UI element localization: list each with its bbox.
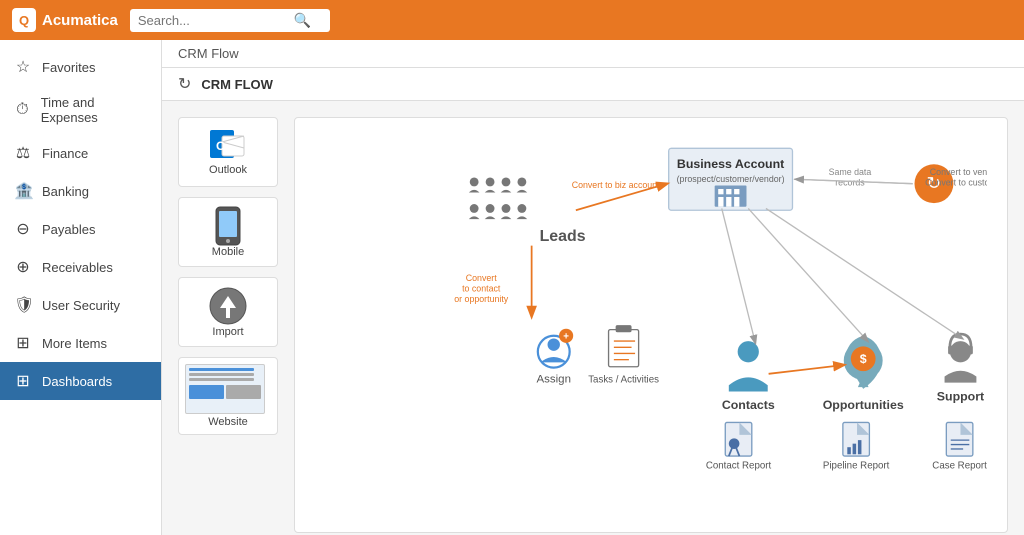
sidebar-item-user-security[interactable]: 🛡 User Security [0, 286, 161, 324]
breadcrumb: CRM Flow [162, 40, 1024, 68]
mobile-label: Mobile [212, 246, 244, 258]
svg-text:Same data: Same data [829, 167, 872, 177]
sidebar-label-favorites: Favorites [42, 60, 95, 75]
svg-text:O: O [216, 139, 225, 153]
sidebar-label-banking: Banking [42, 184, 89, 199]
svg-text:Convert: Convert [466, 273, 497, 283]
sidebar-label-payables: Payables [42, 222, 95, 237]
favorites-icon: ☆ [14, 57, 32, 77]
left-icons-panel: O Outlook Mobile [178, 117, 278, 533]
website-line-2 [189, 373, 254, 376]
sidebar-label-time-expenses: Time and Expenses [41, 95, 147, 125]
flow-svg: Business Account (prospect/customer/vend… [315, 138, 987, 512]
svg-text:$: $ [860, 352, 867, 366]
website-line-3 [189, 378, 254, 381]
receivables-icon: ⊕ [14, 257, 32, 277]
sidebar-label-receivables: Receivables [42, 260, 113, 275]
svg-text:Assign: Assign [536, 374, 570, 386]
sidebar-item-banking[interactable]: 🏦 Banking [0, 172, 161, 210]
svg-text:Case Report: Case Report [932, 460, 987, 471]
svg-text:Opportunities: Opportunities [823, 398, 904, 412]
more-items-icon: ⊞ [14, 333, 32, 353]
sidebar-label-finance: Finance [42, 146, 88, 161]
outlook-card[interactable]: O Outlook [178, 117, 278, 187]
sidebar-item-more-items[interactable]: ⊞ More Items [0, 324, 161, 362]
svg-text:+: + [563, 331, 569, 342]
import-card[interactable]: Import [178, 277, 278, 347]
diagram-area: O Outlook Mobile [162, 101, 1024, 535]
sidebar-item-finance[interactable]: ⚖ Finance [0, 134, 161, 172]
search-box[interactable]: 🔍 [130, 9, 330, 32]
sidebar-item-receivables[interactable]: ⊕ Receivables [0, 248, 161, 286]
flow-diagram: Business Account (prospect/customer/vend… [294, 117, 1008, 533]
import-label: Import [212, 326, 243, 338]
svg-text:Convert to vendor: Convert to vendor [930, 167, 987, 177]
sidebar: ☆ Favorites ⏱ Time and Expenses ⚖ Financ… [0, 40, 162, 535]
svg-text:Contacts: Contacts [722, 398, 775, 412]
website-line-1 [189, 368, 254, 371]
svg-text:Convert to customer: Convert to customer [925, 177, 987, 187]
refresh-icon[interactable]: ↻ [178, 74, 191, 94]
logo[interactable]: Q Acumatica [12, 8, 118, 32]
logo-icon: Q [12, 8, 36, 32]
mobile-icon [214, 206, 242, 246]
website-card[interactable]: Website [178, 357, 278, 435]
search-input[interactable] [138, 13, 288, 28]
svg-text:Leads: Leads [540, 228, 586, 245]
sidebar-label-dashboards: Dashboards [42, 374, 112, 389]
svg-text:Contact Report: Contact Report [706, 460, 772, 471]
website-label: Website [185, 416, 271, 428]
dashboards-icon: ⊞ [14, 371, 32, 391]
website-preview [185, 364, 265, 414]
sidebar-item-dashboards[interactable]: ⊞ Dashboards [0, 362, 161, 400]
svg-text:Pipeline Report: Pipeline Report [823, 460, 890, 471]
outlook-icon: O [208, 128, 248, 164]
svg-text:or opportunity: or opportunity [454, 294, 509, 304]
sidebar-label-more-items: More Items [42, 336, 107, 351]
svg-text:records: records [835, 177, 865, 187]
svg-text:Tasks / Activities: Tasks / Activities [588, 375, 659, 386]
outlook-label: Outlook [209, 164, 247, 176]
search-icon: 🔍 [294, 12, 311, 29]
main-layout: ☆ Favorites ⏱ Time and Expenses ⚖ Financ… [0, 40, 1024, 535]
main-content: CRM Flow ↻ CRM FLOW O Outlook [162, 40, 1024, 535]
payables-icon: ⊖ [14, 219, 32, 239]
content-title: CRM FLOW [201, 77, 272, 92]
top-navigation: Q Acumatica 🔍 [0, 0, 1024, 40]
finance-icon: ⚖ [14, 143, 32, 163]
svg-text:Business Account: Business Account [677, 157, 784, 171]
svg-text:Convert to biz account: Convert to biz account [572, 180, 660, 190]
sidebar-label-user-security: User Security [42, 298, 120, 313]
svg-text:to contact: to contact [462, 284, 501, 294]
time-expenses-icon: ⏱ [14, 101, 31, 119]
sidebar-item-favorites[interactable]: ☆ Favorites [0, 48, 161, 86]
mobile-card[interactable]: Mobile [178, 197, 278, 267]
user-security-icon: 🛡 [14, 295, 32, 315]
app-name: Acumatica [42, 12, 118, 29]
svg-text:(prospect/customer/vendor): (prospect/customer/vendor) [677, 174, 785, 184]
banking-icon: 🏦 [14, 181, 32, 201]
content-header: ↻ CRM FLOW [162, 68, 1024, 101]
import-icon [208, 286, 248, 326]
svg-text:Support: Support [937, 389, 984, 403]
sidebar-item-time-expenses[interactable]: ⏱ Time and Expenses [0, 86, 161, 134]
sidebar-item-payables[interactable]: ⊖ Payables [0, 210, 161, 248]
